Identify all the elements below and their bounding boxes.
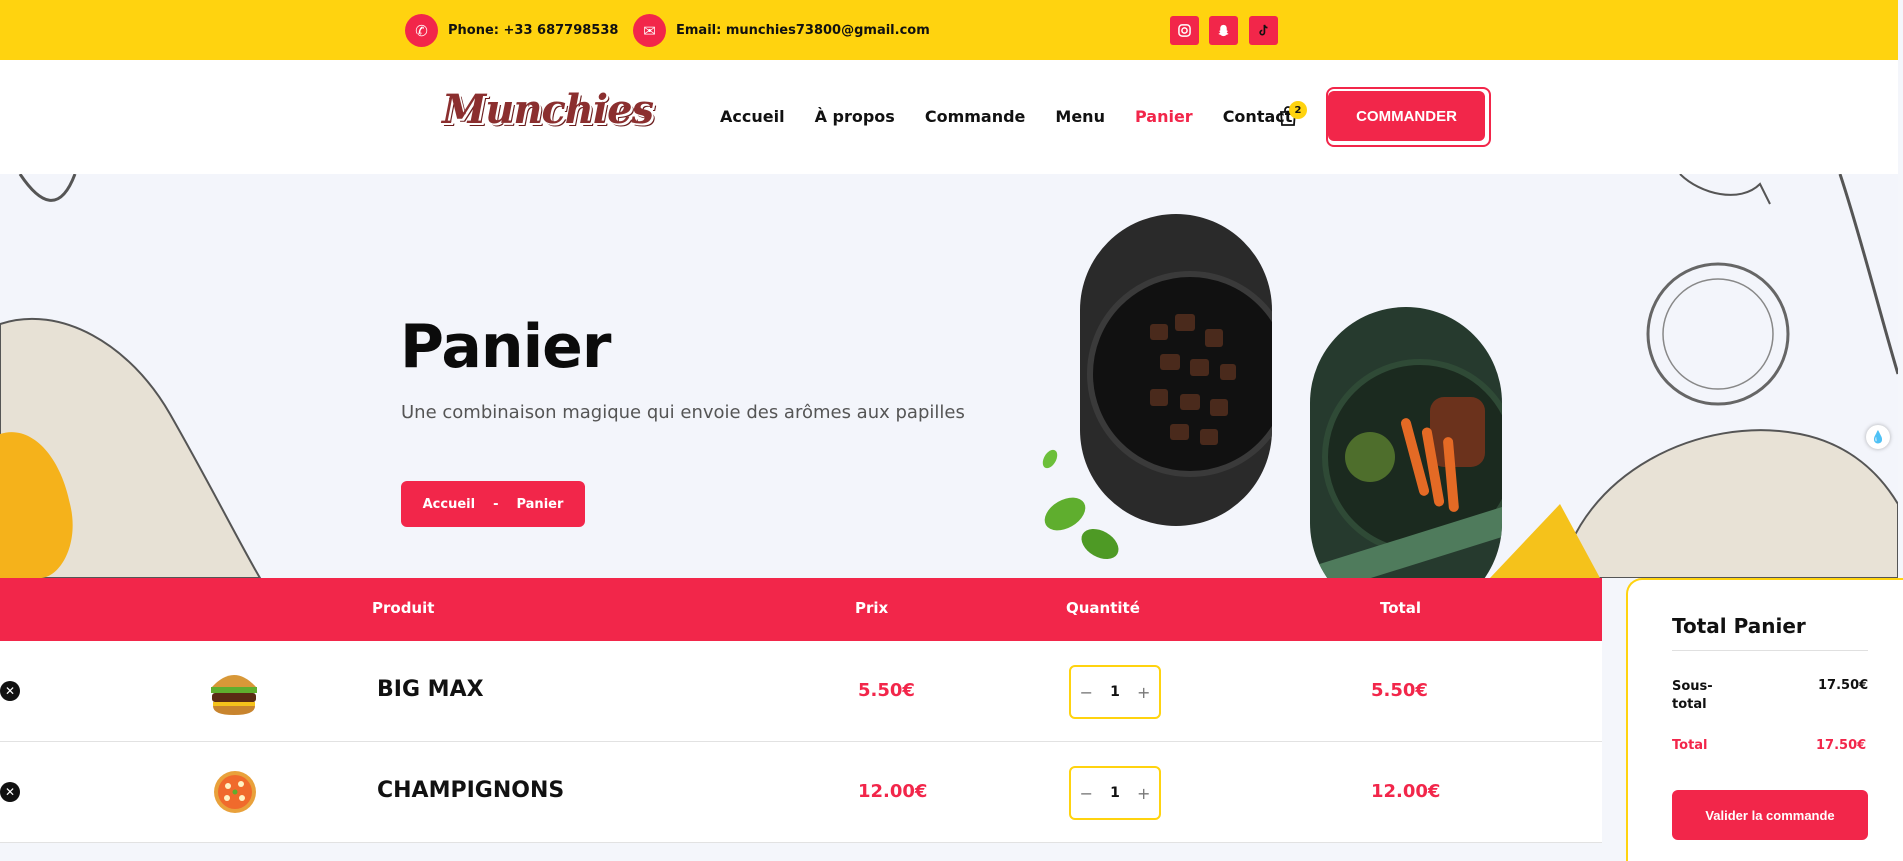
phone-text: Phone: +33 687798538 xyxy=(448,23,619,38)
remove-item-icon[interactable]: ✕ xyxy=(0,782,20,802)
commander-button[interactable]: COMMANDER xyxy=(1328,91,1485,141)
pizza-icon xyxy=(214,771,256,813)
page-title: Panier xyxy=(400,312,611,382)
site-header: Munchies Accueil À propos Commande Menu … xyxy=(0,60,1898,174)
basil-leaves xyxy=(1042,449,1119,560)
hero-banner: Panier Une combinaison magique qui envoi… xyxy=(0,174,1898,578)
product-price: 12.00€ xyxy=(858,781,928,802)
subtotal-label: Sous-total xyxy=(1672,679,1713,712)
col-produit: Produit xyxy=(372,599,435,617)
email-text: Email: munchies73800@gmail.com xyxy=(676,23,930,38)
quantity-stepper: − 1 + xyxy=(1069,665,1161,719)
top-bar: ✆ Phone: +33 687798538 ✉ Email: munchies… xyxy=(0,0,1898,60)
cart-totals-card: Total Panier Sous-total 17.50€ Total 17.… xyxy=(1626,578,1903,861)
cart-count-badge: 2 xyxy=(1289,101,1307,119)
col-quantite: Quantité xyxy=(1066,599,1140,617)
cart-table-header: Produit Prix Quantité Total xyxy=(0,578,1602,641)
breadcrumb: Accueil - Panier xyxy=(401,481,585,527)
table-row: ✕ CHAMPIGNONS 12.00€ − 1 + 12.00€ xyxy=(0,742,1602,843)
phone-icon: ✆ xyxy=(405,14,438,47)
subtotal-value: 17.50€ xyxy=(1818,678,1869,693)
decrease-button[interactable]: − xyxy=(1080,784,1093,803)
decrease-button[interactable]: − xyxy=(1080,683,1093,702)
col-prix: Prix xyxy=(855,599,889,617)
quantity-stepper: − 1 + xyxy=(1069,766,1161,820)
quantity-value[interactable]: 1 xyxy=(1110,785,1120,801)
accessibility-widget-icon[interactable]: 💧 xyxy=(1866,425,1890,449)
breadcrumb-accueil[interactable]: Accueil xyxy=(423,497,475,512)
main-nav: Accueil À propos Commande Menu Panier Co… xyxy=(720,107,1292,126)
total-label: Total xyxy=(1672,738,1708,753)
instagram-icon[interactable] xyxy=(1170,16,1199,45)
totals-title: Total Panier xyxy=(1672,614,1806,638)
increase-button[interactable]: + xyxy=(1137,683,1150,702)
nav-a-propos[interactable]: À propos xyxy=(815,107,895,126)
increase-button[interactable]: + xyxy=(1137,784,1150,803)
total-value: 17.50€ xyxy=(1816,738,1867,753)
col-total: Total xyxy=(1380,599,1421,617)
divider xyxy=(1672,650,1868,651)
tiktok-icon[interactable] xyxy=(1249,16,1278,45)
snapchat-icon[interactable] xyxy=(1209,16,1238,45)
nav-accueil[interactable]: Accueil xyxy=(720,107,785,126)
product-name[interactable]: CHAMPIGNONS xyxy=(377,778,564,803)
breadcrumb-separator: - xyxy=(493,496,499,512)
remove-item-icon[interactable]: ✕ xyxy=(0,681,20,701)
row-total: 5.50€ xyxy=(1371,680,1428,701)
validate-order-button[interactable]: Valider la commande xyxy=(1672,790,1868,840)
email-icon: ✉ xyxy=(633,14,666,47)
phone-contact[interactable]: ✆ Phone: +33 687798538 xyxy=(405,14,618,47)
nav-commande[interactable]: Commande xyxy=(925,107,1026,126)
email-contact[interactable]: ✉ Email: munchies73800@gmail.com xyxy=(633,14,930,47)
breadcrumb-panier: Panier xyxy=(516,496,564,512)
product-name[interactable]: BIG MAX xyxy=(377,677,484,702)
hero-subtitle: Une combinaison magique qui envoie des a… xyxy=(401,402,965,423)
food-image-steak-carrots xyxy=(1310,307,1502,578)
decorative-illustrations xyxy=(0,174,1898,578)
quantity-value[interactable]: 1 xyxy=(1110,684,1120,700)
product-price: 5.50€ xyxy=(858,680,915,701)
table-row: ✕ BIG MAX 5.50€ − 1 + 5.50€ xyxy=(0,641,1602,742)
row-total: 12.00€ xyxy=(1371,781,1441,802)
burger-icon xyxy=(211,675,257,715)
nav-menu[interactable]: Menu xyxy=(1055,107,1105,126)
nav-panier[interactable]: Panier xyxy=(1135,107,1193,126)
logo[interactable]: Munchies xyxy=(442,86,654,133)
